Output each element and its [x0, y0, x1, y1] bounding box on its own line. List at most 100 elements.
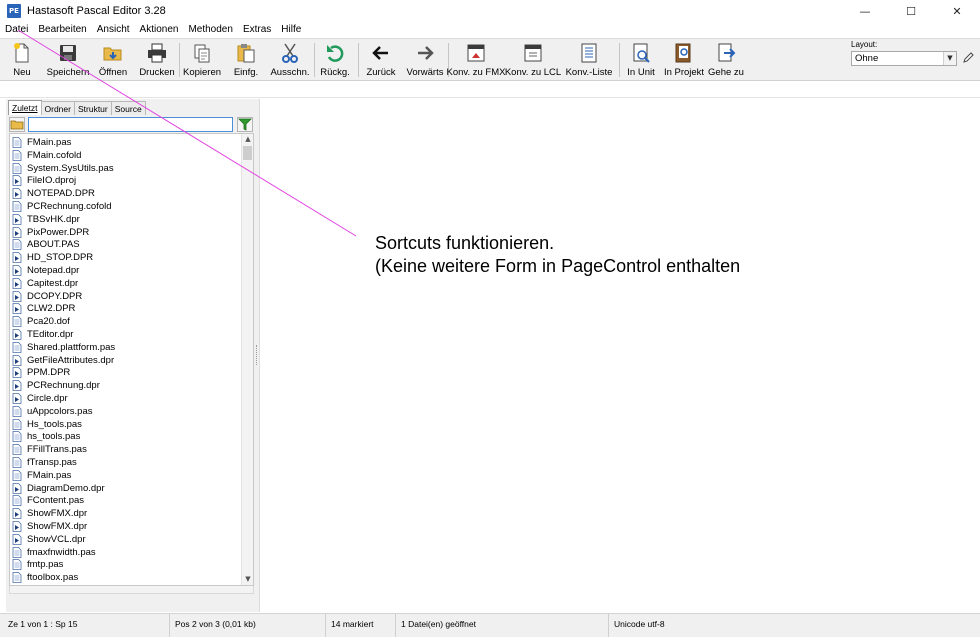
project-file-icon [12, 303, 22, 315]
panel-splitter[interactable] [254, 99, 260, 612]
paste-button[interactable]: Einfg. [231, 41, 261, 79]
file-name: Pca20.dof [27, 316, 70, 328]
filter-button[interactable] [237, 117, 253, 132]
edit-layout-icon[interactable] [962, 52, 974, 64]
file-name: FMain.pas [27, 469, 72, 481]
list-item[interactable]: ShowFMX.dpr [12, 520, 87, 533]
filter-input[interactable] [28, 117, 233, 132]
forward-button[interactable]: Vorwärts [405, 41, 445, 79]
file-browser-panel: Zuletzt Ordner Struktur Source ▲ ▼ FMain… [6, 99, 254, 612]
list-item[interactable]: ftoolbox.pas [12, 571, 78, 584]
list-item[interactable]: TBSvHK.dpr [12, 213, 80, 226]
list-item[interactable]: PPM.DPR [12, 366, 70, 379]
menu-methoden[interactable]: Methoden [183, 23, 237, 37]
scroll-up-icon[interactable]: ▲ [242, 134, 253, 145]
list-item[interactable]: TEditor.dpr [12, 328, 73, 341]
list-item[interactable]: Notepad.dpr [12, 264, 79, 277]
menu-hilfe[interactable]: Hilfe [276, 23, 306, 37]
list-item[interactable]: PCRechnung.dpr [12, 379, 100, 392]
copy-button[interactable]: Kopieren [183, 41, 221, 79]
splitter-grip-icon[interactable] [256, 345, 258, 365]
menu-bearbeiten[interactable]: Bearbeiten [33, 23, 91, 37]
new-button[interactable]: Neu [7, 41, 37, 79]
list-item[interactable]: Hs_tools.pas [12, 418, 82, 431]
list-item[interactable]: ABOUT.PAS [12, 238, 80, 251]
panel-tabs: Zuletzt Ordner Struktur Source [8, 100, 146, 115]
recent-files-list[interactable]: ▲ ▼ FMain.pas FMain.cofold System.SysUtils… [9, 133, 254, 586]
goto-button[interactable]: Gehe zu [708, 41, 744, 79]
list-item[interactable]: hs_tools.pas [12, 430, 80, 443]
menu-datei[interactable]: Datei [0, 23, 33, 37]
file-name: DiagramDemo.dpr [27, 482, 105, 494]
status-selection: 14 markiert [327, 614, 396, 637]
list-item[interactable]: DiagramDemo.dpr [12, 482, 105, 495]
list-item[interactable]: Capitest.dpr [12, 277, 78, 290]
list-item[interactable]: NOTEPAD.DPR [12, 187, 95, 200]
list-item[interactable]: Circle.dpr [12, 392, 68, 405]
scroll-thumb[interactable] [243, 146, 252, 160]
list-item[interactable]: HD_STOP.DPR [12, 251, 93, 264]
undo-button[interactable]: Rückg. [319, 41, 351, 79]
list-item[interactable]: PixPower.DPR [12, 226, 89, 239]
menu-extras[interactable]: Extras [238, 23, 276, 37]
tab-zuletzt[interactable]: Zuletzt [8, 100, 42, 115]
cut-button[interactable]: Ausschn. [269, 41, 311, 79]
close-button[interactable]: ✕ [934, 0, 980, 22]
find-in-unit-button-label: In Unit [627, 67, 655, 78]
menu-ansicht[interactable]: Ansicht [92, 23, 135, 37]
list-item[interactable]: FMain.cofold [12, 149, 81, 162]
new-file-icon [14, 43, 29, 63]
horizontal-scrollbar[interactable] [9, 586, 254, 594]
minimize-button[interactable]: — [842, 0, 888, 22]
convert-list-button[interactable]: Konv.-Liste [566, 41, 612, 79]
file-name: FMain.pas [27, 137, 72, 148]
list-item[interactable]: ShowFMX.dpr [12, 507, 87, 520]
layout-select[interactable]: Ohne ▼ [851, 51, 957, 66]
list-item[interactable]: PCRechnung.cofold [12, 200, 112, 213]
folder-button[interactable] [9, 117, 25, 132]
list-item[interactable]: GetFileAttributes.dpr [12, 354, 114, 367]
save-button[interactable]: Speichern [46, 41, 90, 79]
list-item[interactable]: Shared.plattform.pas [12, 341, 115, 354]
list-item[interactable]: fmtp.pas [12, 558, 63, 571]
file-name: fmtp.pas [27, 559, 64, 571]
list-item[interactable]: ShowVCL.dpr [12, 533, 86, 546]
list-item[interactable]: uAppcolors.pas [12, 405, 92, 418]
list-item[interactable]: FileIO.dproj [12, 174, 76, 187]
file-name: FMain.cofold [27, 149, 82, 161]
editor-area[interactable] [261, 99, 980, 612]
convert-lcl-icon [524, 44, 542, 62]
convert-fmx-button[interactable]: Konv. zu FMX [447, 41, 505, 79]
list-item[interactable]: FFillTrans.pas [12, 443, 87, 456]
find-in-unit-button[interactable]: In Unit [625, 41, 657, 79]
list-item[interactable]: System.SysUtils.pas [12, 162, 114, 175]
status-bar: Ze 1 von 1 : Sp 15 Pos 2 von 3 (0,01 kb)… [0, 613, 980, 637]
list-item[interactable]: DCOPY.DPR [12, 290, 82, 303]
forward-button-label: Vorwärts [406, 67, 444, 78]
list-item[interactable]: fTransp.pas [12, 456, 77, 469]
convert-lcl-button[interactable]: Konv. zu LCL [505, 41, 561, 79]
scroll-down-icon[interactable]: ▼ [242, 574, 253, 585]
tab-source[interactable]: Source [110, 101, 146, 115]
source-file-icon [12, 546, 22, 558]
vertical-scrollbar[interactable]: ▲ ▼ [241, 134, 253, 585]
list-item[interactable]: FMain.pas [12, 136, 71, 149]
back-button[interactable]: Zurück [364, 41, 398, 79]
list-item[interactable]: fmaxfnwidth.pas [12, 546, 96, 559]
list-item[interactable]: FContent.pas [12, 494, 84, 507]
list-item[interactable]: FMain.pas [12, 469, 71, 482]
chevron-down-icon[interactable]: ▼ [943, 52, 956, 65]
find-in-project-button[interactable]: In Projekt [664, 41, 704, 79]
undo-icon [327, 45, 344, 62]
project-file-icon [12, 354, 22, 366]
list-item[interactable]: Pca20.dof [12, 315, 70, 328]
maximize-button[interactable]: ☐ [888, 0, 934, 22]
menu-aktionen[interactable]: Aktionen [135, 23, 184, 37]
tab-ordner[interactable]: Ordner [40, 101, 75, 115]
print-button[interactable]: Drucken [138, 41, 176, 79]
source-file-icon [12, 316, 22, 328]
tab-struktur[interactable]: Struktur [73, 101, 112, 115]
file-name: Shared.plattform.pas [27, 341, 116, 353]
open-button[interactable]: Öffnen [96, 41, 130, 79]
list-item[interactable]: CLW2.DPR [12, 302, 75, 315]
